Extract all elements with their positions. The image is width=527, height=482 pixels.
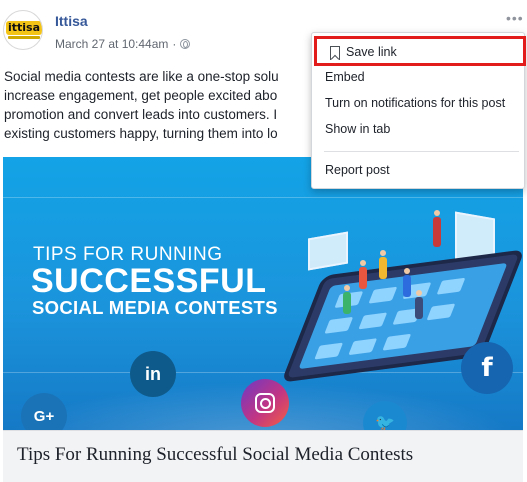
embed-menu-item[interactable]: Embed	[312, 66, 524, 88]
link-preview-title[interactable]: Tips For Running Successful Social Media…	[17, 444, 413, 466]
menu-divider	[324, 151, 519, 152]
avatar-logo-text: ittisa	[6, 21, 42, 35]
person-figure	[433, 210, 441, 247]
banner-bg-line	[3, 372, 523, 373]
post-meta: March 27 at 10:44am ·	[55, 37, 191, 51]
instagram-icon	[241, 379, 289, 427]
avatar-logo-underline	[8, 36, 40, 39]
save-link-label: Save link	[346, 45, 397, 59]
globe-icon[interactable]	[180, 39, 191, 49]
link-preview-caption[interactable]: Tips For Running Successful Social Media…	[3, 430, 523, 482]
linkedin-icon: in	[130, 351, 176, 397]
person-figure	[343, 285, 351, 314]
person-figure	[415, 290, 423, 319]
person-figure	[379, 250, 387, 279]
save-link-menu-item[interactable]: Save link	[314, 36, 526, 66]
post-author-link[interactable]: Ittisa	[55, 13, 88, 29]
banner-line-3: SOCIAL MEDIA CONTESTS	[32, 297, 278, 318]
person-figure	[403, 268, 411, 297]
post-timestamp[interactable]: March 27 at 10:44am	[55, 37, 168, 51]
link-preview-image[interactable]: TIPS FOR RUNNING SUCCESSFUL SOCIAL MEDIA…	[3, 157, 523, 430]
page-avatar[interactable]: ittisa	[3, 10, 43, 50]
facebook-icon: f	[461, 342, 513, 394]
meta-separator: ·	[172, 37, 177, 51]
more-options-icon[interactable]: •••	[506, 11, 524, 25]
banner-line-2: SUCCESSFUL	[31, 262, 267, 300]
report-post-menu-item[interactable]: Report post	[312, 159, 524, 181]
person-figure	[359, 260, 367, 289]
bookmark-icon	[330, 46, 340, 60]
notifications-menu-item[interactable]: Turn on notifications for this post	[312, 92, 524, 114]
show-in-tab-menu-item[interactable]: Show in tab	[312, 118, 524, 140]
floating-chart-board	[308, 231, 348, 271]
banner-bg-line	[3, 197, 523, 198]
facebook-post: ittisa Ittisa March 27 at 10:44am · ••• …	[0, 0, 527, 482]
post-options-menu: Save link Embed Turn on notifications fo…	[311, 32, 526, 189]
